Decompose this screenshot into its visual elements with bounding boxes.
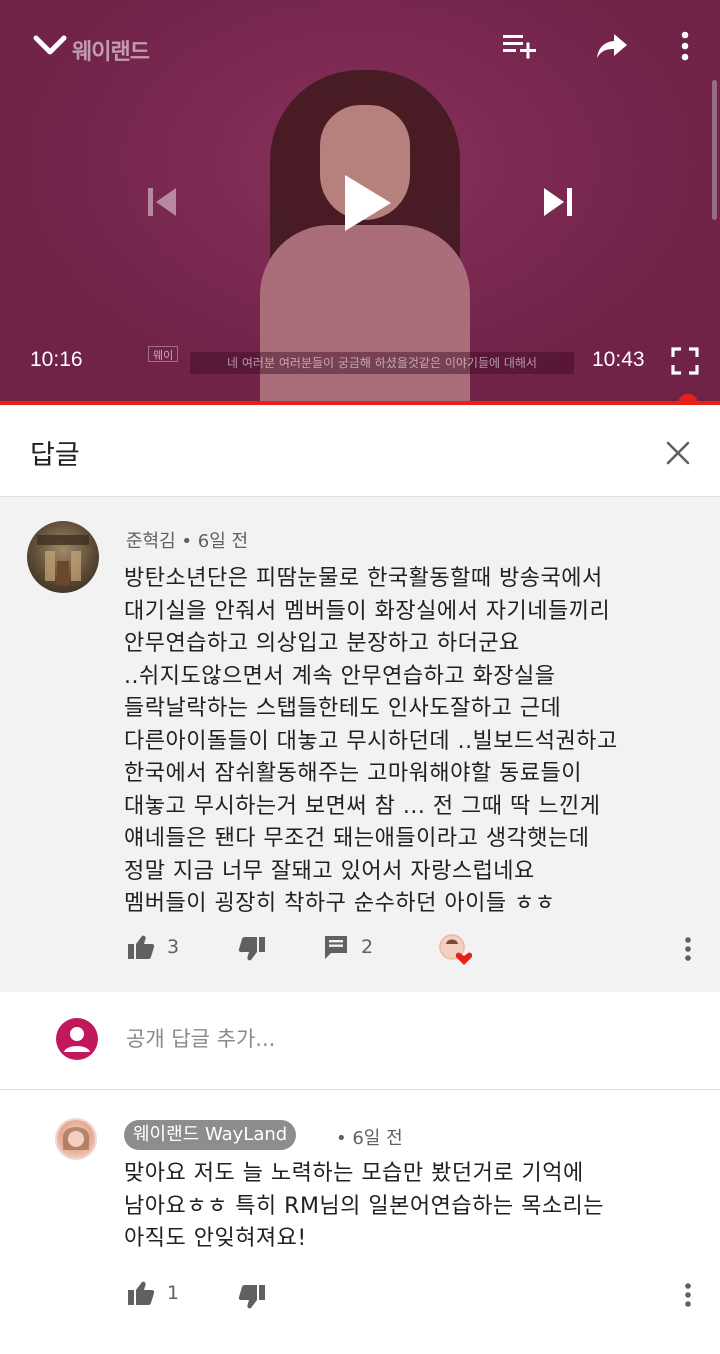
channel-owner-badge[interactable]: 웨이랜드 WayLand (124, 1120, 297, 1150)
thumbs-up-icon (128, 1281, 155, 1305)
share-icon (597, 34, 627, 58)
more-vert-icon (685, 1283, 691, 1307)
reply-count: 2 (361, 936, 374, 958)
comment-more-options-button[interactable] (680, 934, 696, 964)
meta-separator: • (336, 1128, 353, 1149)
avatar[interactable] (27, 521, 99, 593)
video-subtitle: 네 여러분 여러분들이 궁금해 하셨을것같은 이야기들에 대해서 (190, 352, 574, 374)
current-time: 10:16 (30, 348, 83, 371)
my-avatar (56, 1018, 98, 1060)
more-vert-icon (681, 31, 689, 61)
comment-meta: 준혁김 • 6일 전 (126, 527, 248, 553)
fullscreen-button[interactable] (668, 344, 702, 378)
previous-video-button[interactable] (140, 180, 184, 224)
thumbs-up-icon (128, 935, 155, 959)
player-more-options-button[interactable] (670, 26, 700, 66)
share-button[interactable] (590, 28, 634, 64)
add-to-queue-icon (503, 35, 536, 59)
chevron-down-icon (33, 35, 67, 55)
meta-separator: • (181, 531, 198, 552)
thumbs-down-icon (238, 1285, 265, 1309)
comment-more-options-button[interactable] (680, 1280, 696, 1310)
skip-previous-icon (148, 188, 176, 216)
thumbs-down-icon (238, 937, 265, 961)
like-count: 1 (167, 1282, 180, 1304)
user-icon (64, 1027, 90, 1052)
add-reply-input[interactable] (126, 1022, 646, 1056)
avatar[interactable] (55, 1118, 97, 1160)
replies-title: 답글 (30, 440, 80, 471)
comment-icon (325, 936, 347, 959)
skip-next-icon (544, 188, 572, 216)
comment-time-wrap: • 6일 전 (336, 1124, 403, 1150)
video-player[interactable]: 웨이랜드 웨이 네 여러분 여러분들이 궁금해 하셨을것같은 이야기들에 대해서… (0, 0, 720, 405)
comment-author[interactable]: 준혁김 (126, 531, 176, 552)
add-to-queue-button[interactable] (498, 28, 542, 64)
scrollbar[interactable] (712, 80, 717, 220)
like-button[interactable]: 1 (127, 1280, 179, 1306)
more-vert-icon (685, 937, 691, 961)
minimize-player-button[interactable] (30, 28, 70, 64)
reply-button[interactable]: 2 (323, 934, 373, 960)
total-duration: 10:43 (592, 348, 645, 371)
parent-comment: 준혁김 • 6일 전 방탄소년단은 피땀눈물로 한국활동할때 방송국에서 대기실… (0, 497, 720, 992)
close-replies-button[interactable] (660, 435, 696, 471)
next-video-button[interactable] (536, 180, 580, 224)
dislike-button[interactable] (238, 1284, 266, 1310)
play-button[interactable] (332, 170, 398, 236)
avatar-image (37, 535, 89, 585)
creator-heart-icon (439, 934, 473, 965)
close-icon (666, 441, 690, 465)
channel-logo: 웨이랜드 (72, 40, 150, 65)
comment-time: 6일 전 (197, 531, 249, 552)
comment-time: 6일 전 (352, 1128, 403, 1149)
reply-comment: 웨이랜드 WayLand • 6일 전 맞아요 저도 늘 노력하는 모습만 봤던… (0, 1090, 720, 1354)
comment-text: 방탄소년단은 피땀눈물로 한국활동할때 방송국에서 대기실을 안줘서 멤버들이 … (124, 566, 618, 916)
replies-panel-header: 답글 (0, 405, 720, 497)
subtitle-speaker-tag: 웨이 (148, 346, 179, 362)
add-reply-bar (0, 992, 720, 1090)
dislike-button[interactable] (238, 936, 266, 962)
like-button[interactable]: 3 (127, 934, 179, 960)
comment-text: 맞아요 저도 늘 노력하는 모습만 봤던거로 기억에 남아요ㅎㅎ 특히 RM님의… (124, 1161, 605, 1251)
creator-heart (437, 932, 473, 968)
fullscreen-icon (671, 347, 699, 375)
avatar-image (63, 1127, 89, 1150)
play-icon (345, 175, 391, 231)
like-count: 3 (167, 936, 180, 958)
